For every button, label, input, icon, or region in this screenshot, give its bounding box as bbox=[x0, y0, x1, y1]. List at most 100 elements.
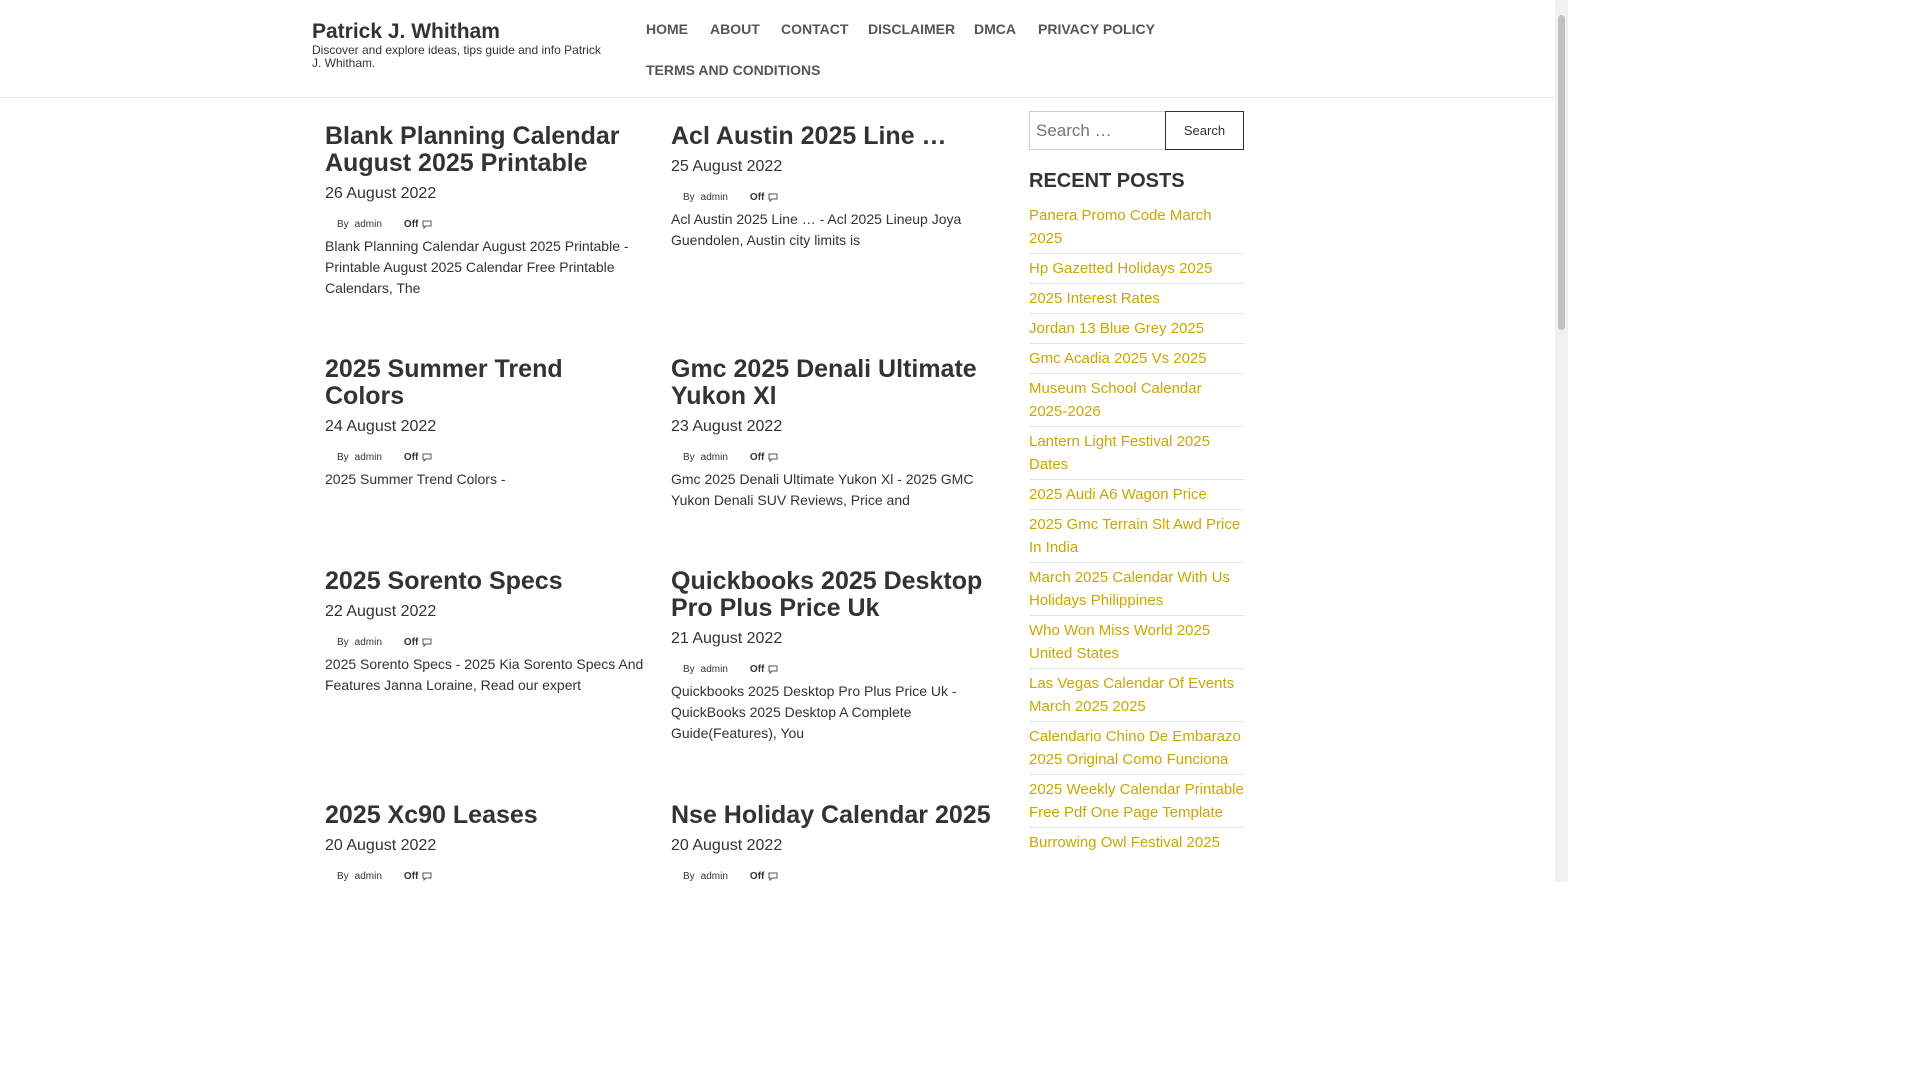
post-excerpt: Blank Planning Calendar August 2025 Prin… bbox=[325, 238, 629, 296]
post-card: 2025 Sorento Specs 22 August 2022 By adm… bbox=[325, 568, 645, 696]
post-author[interactable]: admin bbox=[701, 192, 728, 203]
comment-icon bbox=[768, 872, 778, 881]
post-comments-status: Off bbox=[749, 871, 765, 882]
post-meta: By admin Off bbox=[671, 664, 991, 675]
search-input[interactable] bbox=[1029, 111, 1165, 150]
search-form: Search bbox=[1029, 111, 1244, 150]
post-comments-status: Off bbox=[749, 664, 765, 675]
post-author[interactable]: admin bbox=[355, 637, 382, 648]
post-title[interactable]: 2025 Xc90 Leases bbox=[325, 802, 645, 829]
post-card: 2025 Xc90 Leases 20 August 2022 By admin… bbox=[325, 802, 645, 883]
nav-item-terms-and-conditions[interactable]: TERMS AND CONDITIONS bbox=[646, 62, 820, 78]
post-card: Blank Planning Calendar August 2025 Prin… bbox=[325, 123, 645, 299]
post-meta: By admin Off bbox=[671, 871, 991, 882]
site-header: Patrick J. Whitham Discover and explore … bbox=[0, 0, 1555, 98]
post-date: 22 August 2022 bbox=[325, 603, 437, 620]
post-author[interactable]: admin bbox=[701, 871, 728, 882]
post-meta: By admin Off bbox=[325, 452, 645, 463]
comment-icon bbox=[422, 220, 432, 229]
comment-icon bbox=[768, 193, 778, 202]
recent-post-link[interactable]: Burrowing Owl Festival 2025 bbox=[1029, 828, 1244, 857]
post-by-label: By bbox=[337, 871, 349, 882]
recent-post-link[interactable]: Lantern Light Festival 2025 Dates bbox=[1029, 427, 1244, 480]
post-date: 21 August 2022 bbox=[671, 630, 783, 647]
recent-post-link[interactable]: March 2025 Calendar With Us Holidays Phi… bbox=[1029, 563, 1244, 616]
nav-item-disclaimer[interactable]: DISCLAIMER bbox=[868, 21, 955, 37]
post-title[interactable]: Nse Holiday Calendar 2025 bbox=[671, 802, 991, 829]
recent-posts-list: Panera Promo Code March 2025 Hp Gazetted… bbox=[1029, 201, 1244, 857]
comment-icon bbox=[768, 665, 778, 674]
post-title[interactable]: Gmc 2025 Denali Ultimate Yukon Xl bbox=[671, 356, 991, 410]
post-by-label: By bbox=[683, 192, 695, 203]
post-author[interactable]: admin bbox=[701, 452, 728, 463]
post-meta: By admin Off bbox=[671, 192, 991, 203]
post-comments-status: Off bbox=[403, 871, 419, 882]
post-author[interactable]: admin bbox=[701, 664, 728, 675]
recent-post-link[interactable]: Calendario Chino De Embarazo 2025 Origin… bbox=[1029, 722, 1244, 775]
post-by-label: By bbox=[683, 871, 695, 882]
recent-post-link[interactable]: Las Vegas Calendar Of Events March 2025 … bbox=[1029, 669, 1244, 722]
recent-post-link[interactable]: Jordan 13 Blue Grey 2025 bbox=[1029, 314, 1244, 344]
post-title[interactable]: 2025 Sorento Specs bbox=[325, 568, 645, 595]
nav-item-about[interactable]: ABOUT bbox=[710, 21, 760, 37]
post-comments-status: Off bbox=[403, 637, 419, 648]
post-card: Nse Holiday Calendar 2025 20 August 2022… bbox=[671, 802, 991, 883]
post-meta: By admin Off bbox=[325, 871, 645, 882]
post-meta: By admin Off bbox=[325, 637, 645, 648]
post-card: Gmc 2025 Denali Ultimate Yukon Xl 23 Aug… bbox=[671, 356, 991, 511]
post-meta: By admin Off bbox=[325, 219, 645, 230]
comment-icon bbox=[422, 638, 432, 647]
recent-post-link[interactable]: 2025 Interest Rates bbox=[1029, 284, 1244, 314]
recent-post-link[interactable]: 2025 Gmc Terrain Slt Awd Price In India bbox=[1029, 510, 1244, 563]
comment-icon bbox=[422, 872, 432, 881]
page-scrollbar[interactable] bbox=[1555, 0, 1568, 882]
recent-post-link[interactable]: Museum School Calendar 2025-2026 bbox=[1029, 374, 1244, 427]
recent-post-link[interactable]: 2025 Weekly Calendar Printable Free Pdf … bbox=[1029, 775, 1244, 828]
post-title[interactable]: Quickbooks 2025 Desktop Pro Plus Price U… bbox=[671, 568, 991, 622]
post-excerpt: Quickbooks 2025 Desktop Pro Plus Price U… bbox=[671, 683, 957, 741]
post-comments-status: Off bbox=[749, 192, 765, 203]
post-date: 20 August 2022 bbox=[325, 837, 437, 854]
post-author[interactable]: admin bbox=[355, 219, 382, 230]
post-card: 2025 Summer Trend Colors 24 August 2022 … bbox=[325, 356, 645, 490]
nav-item-contact[interactable]: CONTACT bbox=[781, 21, 848, 37]
nav-item-dmca[interactable]: DMCA bbox=[974, 21, 1016, 37]
post-date: 23 August 2022 bbox=[671, 418, 783, 435]
post-author[interactable]: admin bbox=[355, 452, 382, 463]
post-title[interactable]: 2025 Summer Trend Colors bbox=[325, 356, 645, 410]
comment-icon bbox=[768, 453, 778, 462]
post-by-label: By bbox=[337, 219, 349, 230]
post-meta: By admin Off bbox=[671, 452, 991, 463]
recent-post-link[interactable]: Gmc Acadia 2025 Vs 2025 bbox=[1029, 344, 1244, 374]
post-date: 20 August 2022 bbox=[671, 837, 783, 854]
site-title[interactable]: Patrick J. Whitham bbox=[312, 20, 500, 44]
post-by-label: By bbox=[683, 664, 695, 675]
post-comments-status: Off bbox=[403, 219, 419, 230]
recent-posts-heading: RECENT POSTS bbox=[1029, 170, 1185, 192]
post-comments-status: Off bbox=[749, 452, 765, 463]
scrollbar-thumb[interactable] bbox=[1558, 15, 1565, 330]
post-author[interactable]: admin bbox=[355, 871, 382, 882]
nav-item-privacy-policy[interactable]: PRIVACY POLICY bbox=[1038, 21, 1155, 37]
post-excerpt: 2025 Summer Trend Colors - bbox=[325, 471, 506, 487]
post-date: 26 August 2022 bbox=[325, 185, 437, 202]
post-excerpt: Acl Austin 2025 Line … - Acl 2025 Lineup… bbox=[671, 211, 962, 248]
sidebar: Search RECENT POSTS Panera Promo Code Ma… bbox=[1029, 111, 1244, 857]
site-description: Discover and explore ideas, tips guide a… bbox=[312, 43, 601, 70]
post-card: Acl Austin 2025 Line … 25 August 2022 By… bbox=[671, 123, 991, 251]
recent-post-link[interactable]: Hp Gazetted Holidays 2025 bbox=[1029, 254, 1244, 284]
post-date: 25 August 2022 bbox=[671, 158, 783, 175]
post-title[interactable]: Blank Planning Calendar August 2025 Prin… bbox=[325, 123, 645, 177]
search-button[interactable]: Search bbox=[1165, 111, 1244, 150]
recent-post-link[interactable]: Who Won Miss World 2025 United States bbox=[1029, 616, 1244, 669]
post-card: Quickbooks 2025 Desktop Pro Plus Price U… bbox=[671, 568, 991, 744]
post-excerpt: 2025 Sorento Specs - 2025 Kia Sorento Sp… bbox=[325, 656, 644, 693]
post-by-label: By bbox=[683, 452, 695, 463]
post-by-label: By bbox=[337, 637, 349, 648]
comment-icon bbox=[422, 453, 432, 462]
recent-post-link[interactable]: 2025 Audi A6 Wagon Price bbox=[1029, 480, 1244, 510]
post-date: 24 August 2022 bbox=[325, 418, 437, 435]
nav-item-home[interactable]: HOME bbox=[646, 21, 688, 37]
post-title[interactable]: Acl Austin 2025 Line … bbox=[671, 123, 991, 150]
recent-post-link[interactable]: Panera Promo Code March 2025 bbox=[1029, 201, 1244, 254]
